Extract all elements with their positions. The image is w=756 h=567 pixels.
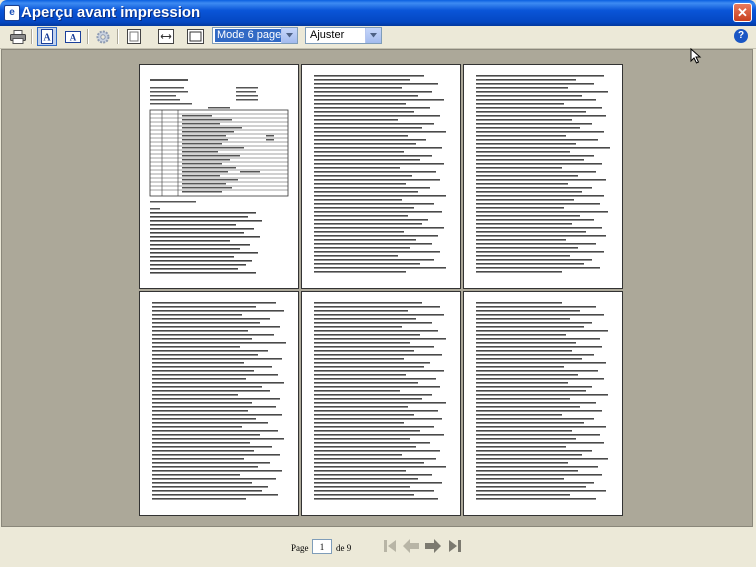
page-thumbnail-5[interactable] [301, 291, 461, 516]
page-2-content [314, 75, 446, 273]
page-3-content [476, 75, 610, 273]
preview-area[interactable] [1, 49, 753, 527]
toolbar: A A Mode 6 pages Ajuster ? [0, 26, 756, 49]
portrait-button[interactable]: A [37, 27, 57, 46]
page-thumbnail-6[interactable] [463, 291, 623, 516]
mouse-cursor-icon [690, 48, 702, 64]
next-page-button[interactable] [423, 537, 443, 555]
landscape-page-icon: A [65, 31, 81, 43]
page-thumbnail-3[interactable] [463, 64, 623, 289]
portrait-page-icon: A [41, 29, 53, 44]
last-page-icon [449, 540, 461, 552]
chevron-down-icon [365, 28, 381, 43]
svg-text:A: A [70, 33, 77, 43]
landscape-button[interactable]: A [63, 27, 83, 46]
page-thumbnail-4[interactable] [139, 291, 299, 516]
chevron-down-icon [281, 28, 297, 43]
previous-page-button[interactable] [401, 537, 421, 555]
page-setup-button[interactable] [93, 27, 113, 46]
page-width-button[interactable] [156, 27, 176, 46]
gear-icon [96, 30, 110, 43]
first-page-icon [384, 540, 396, 552]
page-5-content [314, 302, 446, 500]
page-1-content [149, 79, 289, 274]
page-thumbnail-2[interactable] [301, 64, 461, 289]
close-button[interactable]: ✕ [733, 3, 752, 22]
zoom-select[interactable]: Ajuster [305, 27, 382, 44]
page-label: Page [291, 543, 309, 553]
toolbar-separator [31, 29, 33, 44]
zoom-value: Ajuster [310, 29, 345, 41]
title-bar: e Aperçu avant impression ✕ [0, 0, 756, 26]
whole-page-button[interactable] [185, 27, 205, 46]
toolbar-separator [87, 29, 89, 44]
view-mode-value: Mode 6 pages [215, 29, 289, 42]
help-button[interactable]: ? [734, 29, 748, 43]
toolbar-separator [117, 29, 119, 44]
window-title: Aperçu avant impression [21, 4, 201, 21]
arrow-right-icon [425, 539, 441, 553]
ie-app-icon: e [4, 5, 20, 21]
last-page-button[interactable] [445, 537, 465, 555]
print-button[interactable] [8, 27, 28, 46]
printer-icon [10, 29, 26, 44]
full-page-icon [127, 29, 141, 44]
page-4-content [152, 302, 286, 500]
first-page-button[interactable] [380, 537, 400, 555]
arrow-left-icon [403, 539, 419, 553]
page-number-input[interactable] [312, 539, 332, 554]
pager-bar [0, 527, 756, 567]
page-6-content [476, 302, 608, 500]
page-thumbnail-1[interactable] [139, 64, 299, 289]
page-width-icon [158, 29, 174, 44]
full-page-button[interactable] [124, 27, 144, 46]
whole-page-icon [186, 29, 204, 44]
page-count-label: de 9 [336, 543, 352, 553]
svg-text:A: A [43, 33, 51, 44]
view-mode-select[interactable]: Mode 6 pages [212, 27, 298, 44]
